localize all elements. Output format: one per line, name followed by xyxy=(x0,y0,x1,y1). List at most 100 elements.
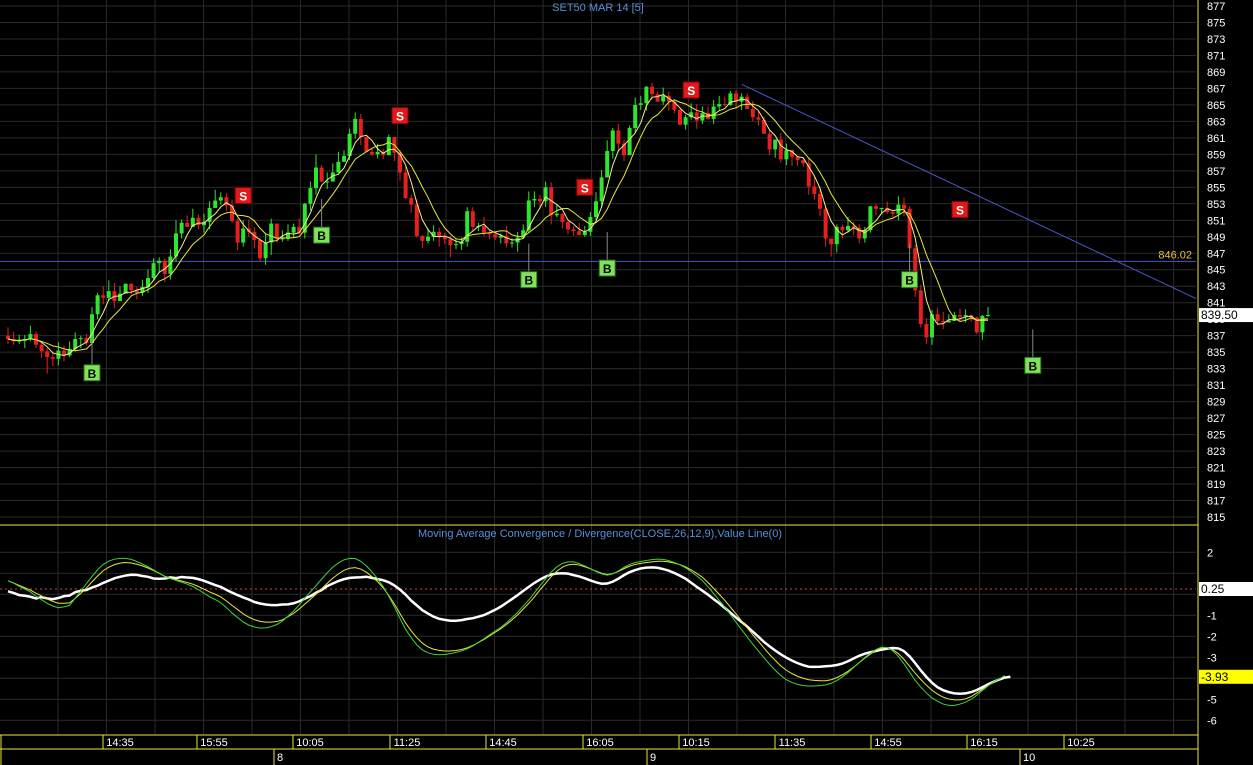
macd-tick-label: -6 xyxy=(1207,715,1217,727)
price-tick-label: 851 xyxy=(1207,215,1225,227)
candle-body xyxy=(179,222,184,234)
candle-body xyxy=(470,211,475,227)
macd-tick-label: 2 xyxy=(1207,547,1213,559)
buy-signal-label: B xyxy=(1028,359,1037,373)
candle-body xyxy=(560,213,565,222)
candle-body xyxy=(879,207,884,209)
price-tick-label: 865 xyxy=(1207,100,1225,112)
sell-signal-label: S xyxy=(956,204,964,218)
candle-body xyxy=(213,200,218,208)
candle-body xyxy=(958,315,962,317)
candle-body xyxy=(745,96,750,110)
time-tick-label: 14:45 xyxy=(489,737,517,749)
price-tick-label: 861 xyxy=(1207,133,1225,145)
candle-body xyxy=(818,193,822,209)
candle-body xyxy=(986,315,990,317)
candle-body xyxy=(409,198,414,205)
candle-body xyxy=(722,104,727,106)
macd-title: Moving Average Convergence / Divergence(… xyxy=(418,528,782,540)
candle-body xyxy=(50,357,55,359)
candle-body xyxy=(274,223,279,239)
candle-body xyxy=(924,324,929,338)
candle-body xyxy=(493,234,498,238)
candle-body xyxy=(750,109,755,118)
candle-body xyxy=(263,242,268,259)
candle-body xyxy=(767,133,772,150)
price-tick-label: 855 xyxy=(1207,182,1225,194)
candle-body xyxy=(661,95,666,102)
chart-title: SET50 MAR 14 [5] xyxy=(552,2,644,14)
time-tick-label: 15:55 xyxy=(200,737,228,749)
candle-body xyxy=(829,238,834,245)
price-tick-label: 821 xyxy=(1207,463,1225,475)
price-tick-label: 825 xyxy=(1207,430,1225,442)
time-tick-label: 11:25 xyxy=(394,737,421,749)
candle-body xyxy=(627,127,632,156)
price-tick-label: 849 xyxy=(1207,232,1225,244)
buy-signal-label: B xyxy=(905,274,914,288)
candle-body xyxy=(258,240,262,259)
candle-body xyxy=(6,335,10,339)
candle-body xyxy=(711,106,716,119)
candle-body xyxy=(510,242,514,244)
price-tick-label: 833 xyxy=(1207,364,1225,376)
sell-signal-label: S xyxy=(396,110,404,124)
candle-body xyxy=(935,314,940,321)
candle-body xyxy=(185,222,190,227)
time-tick-label: 10:05 xyxy=(296,737,324,749)
price-tick-label: 859 xyxy=(1207,149,1225,161)
candle-body xyxy=(353,118,358,134)
macd-tick-label: -5 xyxy=(1207,694,1217,706)
price-tick-label: 823 xyxy=(1207,446,1225,458)
sell-signal-label: S xyxy=(581,181,589,195)
candle-body xyxy=(78,338,83,340)
candle-body xyxy=(375,151,380,155)
candle-body xyxy=(874,206,878,209)
candle-body xyxy=(420,235,425,241)
candle-body xyxy=(538,198,542,202)
candle-body xyxy=(314,167,318,189)
chart: 846.02 B S B S B S B S B S B 877 875 873 871 869 867 865… xyxy=(0,0,1253,765)
candle-body xyxy=(599,177,604,202)
price-tick-label: 871 xyxy=(1207,50,1225,62)
candle-body xyxy=(566,221,570,230)
price-tick-label: 819 xyxy=(1207,479,1225,491)
sell-signal-label: S xyxy=(687,84,695,98)
buy-signal-label: B xyxy=(88,367,97,381)
candle-body xyxy=(358,118,363,138)
candle-body xyxy=(403,172,408,199)
candle-body xyxy=(39,344,44,352)
time-tick-label: 10:25 xyxy=(1067,737,1095,749)
price-tick-label: 843 xyxy=(1207,281,1225,293)
candle-body xyxy=(370,151,374,155)
macd-last-marker-label: -3.93 xyxy=(1201,670,1229,684)
price-tick-label: 869 xyxy=(1207,67,1225,79)
candle-body xyxy=(218,197,223,201)
candle-body xyxy=(291,226,296,233)
price-tick-label: 835 xyxy=(1207,347,1225,359)
day-label: 9 xyxy=(650,752,656,764)
candle-body xyxy=(95,295,100,315)
candle-body xyxy=(638,103,643,105)
candle-body xyxy=(846,226,850,231)
macd-tick-label: -3 xyxy=(1207,652,1217,664)
candle-body xyxy=(151,263,156,278)
price-tick-label: 847 xyxy=(1207,248,1225,260)
candle-body xyxy=(678,109,682,125)
candle-body xyxy=(840,226,845,231)
candle-body xyxy=(157,260,162,264)
candle-body xyxy=(918,290,923,325)
time-tick-label: 10:15 xyxy=(682,737,710,749)
candle-body xyxy=(773,139,778,150)
candle-body xyxy=(129,283,134,291)
price-tick-label: 817 xyxy=(1207,496,1225,508)
price-tick-label: 853 xyxy=(1207,199,1225,211)
candle-body xyxy=(610,130,615,152)
price-tick-label: 875 xyxy=(1207,17,1225,29)
price-tick-label: 837 xyxy=(1207,331,1225,343)
price-tick-label: 863 xyxy=(1207,116,1225,128)
buy-signal-label: B xyxy=(317,229,326,243)
candle-body xyxy=(426,236,430,241)
candle-body xyxy=(532,198,537,201)
time-tick-label: 16:05 xyxy=(586,737,614,749)
